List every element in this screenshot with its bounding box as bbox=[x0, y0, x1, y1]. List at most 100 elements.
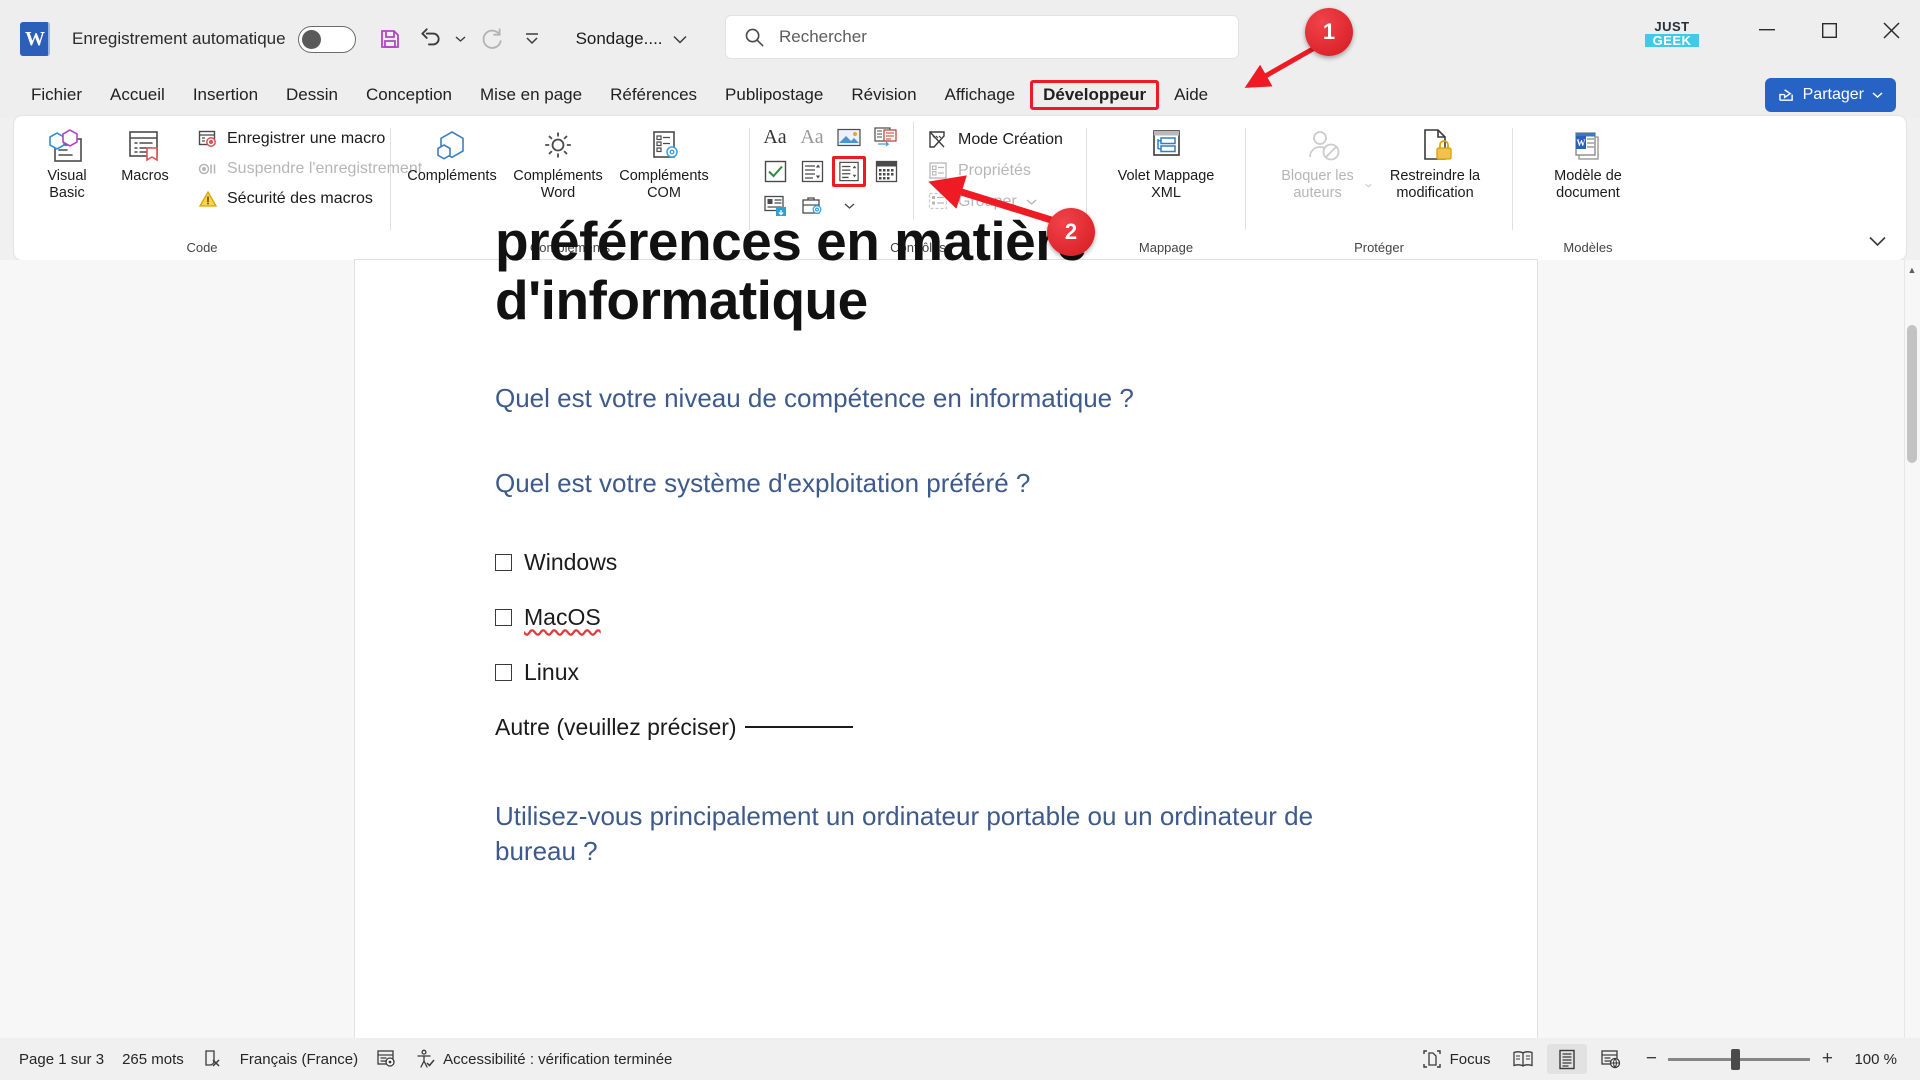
zoom-level[interactable]: 100 % bbox=[1845, 1048, 1906, 1071]
picture-content-control-icon[interactable] bbox=[832, 122, 866, 153]
autosave-toggle[interactable] bbox=[297, 25, 356, 53]
read-mode-view-button[interactable] bbox=[1503, 1044, 1543, 1074]
customize-quick-access-toolbar-button[interactable] bbox=[514, 21, 550, 57]
close-button[interactable] bbox=[1860, 0, 1920, 60]
record-macro-icon bbox=[198, 130, 216, 147]
chevron-down-icon bbox=[1365, 183, 1372, 187]
scroll-up-button[interactable]: ▲ bbox=[1905, 262, 1919, 278]
building-block-gallery-icon[interactable] bbox=[869, 122, 903, 153]
date-picker-content-control-icon[interactable] bbox=[869, 156, 903, 187]
tab-accueil[interactable]: Accueil bbox=[97, 80, 178, 110]
checkbox-option-macos[interactable]: MacOS bbox=[495, 604, 1397, 631]
plain-text-content-control-icon[interactable]: Aa bbox=[795, 122, 829, 153]
tab-insertion[interactable]: Insertion bbox=[180, 80, 271, 110]
block-authors-button: Bloquer les auteurs bbox=[1272, 122, 1374, 206]
document-question-3: Utilisez-vous principalement un ordinate… bbox=[495, 800, 1314, 866]
xml-mapping-pane-label: Volet Mappage XML bbox=[1117, 168, 1215, 202]
proofing-status-button[interactable] bbox=[193, 1046, 231, 1072]
justgeek-watermark: JUST GEEK bbox=[1645, 20, 1699, 48]
tab-publipostage[interactable]: Publipostage bbox=[712, 80, 836, 110]
visual-basic-button[interactable]: Visual Basic bbox=[30, 122, 104, 213]
record-macro-label: Enregistrer une macro bbox=[227, 130, 386, 147]
macros-label: Macros bbox=[121, 168, 169, 184]
focus-icon bbox=[1422, 1050, 1441, 1068]
com-addins-label: Compléments COM bbox=[619, 168, 709, 202]
print-layout-view-button[interactable] bbox=[1547, 1044, 1588, 1074]
word-addins-button[interactable]: Compléments Word bbox=[507, 122, 609, 206]
zoom-slider[interactable]: − + bbox=[1643, 1048, 1835, 1070]
ribbon-group-code: Visual Basic Macros Enregistrer une macr… bbox=[14, 116, 422, 260]
save-icon bbox=[380, 30, 399, 48]
checkbox-option-linux[interactable]: Linux bbox=[495, 659, 1397, 686]
tab-fichier[interactable]: Fichier bbox=[18, 80, 95, 110]
document-page[interactable]: préférences en matière d'informatique Qu… bbox=[355, 211, 1537, 1054]
zoom-track[interactable] bbox=[1668, 1048, 1811, 1070]
language-indicator[interactable]: Français (France) bbox=[231, 1048, 367, 1071]
autosave-label: Enregistrement automatique bbox=[72, 29, 286, 48]
minimize-button[interactable] bbox=[1736, 0, 1798, 60]
status-bar-right: Focus − + 100 % bbox=[1413, 1044, 1906, 1074]
restrict-editing-button[interactable]: Restreindre la modification bbox=[1384, 122, 1486, 206]
maximize-button[interactable] bbox=[1798, 0, 1860, 60]
undo-button[interactable] bbox=[412, 21, 448, 57]
plain-text-glyph: Aa bbox=[800, 126, 824, 148]
tab-mise-en-page[interactable]: Mise en page bbox=[467, 80, 595, 110]
word-addins-label: Compléments Word bbox=[513, 168, 603, 202]
addins-button[interactable]: Compléments bbox=[401, 122, 503, 206]
drop-down-list-content-control-icon[interactable] bbox=[832, 156, 866, 187]
checkbox-content-control-icon[interactable] bbox=[758, 156, 792, 187]
focus-label: Focus bbox=[1449, 1050, 1491, 1068]
document-name-label: Sondage.... bbox=[575, 29, 663, 48]
checkbox-option-windows[interactable]: Windows bbox=[495, 549, 1397, 576]
share-button[interactable]: Partager bbox=[1764, 78, 1896, 112]
fill-in-other[interactable]: Autre (veuillez préciser) bbox=[495, 714, 1397, 741]
page-indicator[interactable]: Page 1 sur 3 bbox=[10, 1048, 113, 1071]
rich-text-content-control-icon[interactable]: Aa bbox=[758, 122, 792, 153]
tab-dessin[interactable]: Dessin bbox=[273, 80, 351, 110]
search-input[interactable]: Rechercher bbox=[726, 16, 1238, 58]
xml-mapping-pane-button[interactable]: Volet Mappage XML bbox=[1115, 122, 1217, 206]
zoom-in-button[interactable]: + bbox=[1819, 1048, 1835, 1070]
chevron-down-icon bbox=[1872, 92, 1883, 99]
zoom-out-button[interactable]: − bbox=[1643, 1048, 1659, 1070]
undo-icon bbox=[420, 28, 440, 46]
minimize-icon bbox=[1759, 29, 1775, 31]
document-template-button[interactable]: W Modèle de document bbox=[1537, 122, 1639, 206]
pause-recording-icon bbox=[198, 163, 216, 175]
checkbox-label-linux: Linux bbox=[524, 658, 579, 685]
focus-mode-button[interactable]: Focus bbox=[1413, 1046, 1500, 1072]
display-settings-button[interactable] bbox=[367, 1046, 406, 1072]
status-bar: Page 1 sur 3 265 mots Français (France) bbox=[0, 1038, 1920, 1080]
undo-dropdown[interactable] bbox=[452, 21, 470, 57]
document-name-button[interactable]: Sondage.... bbox=[576, 29, 687, 49]
datepicker-icon bbox=[875, 160, 897, 183]
answer-space-1 bbox=[495, 414, 1397, 452]
web-layout-view-button[interactable] bbox=[1591, 1044, 1631, 1074]
justgeek-line2: GEEK bbox=[1645, 33, 1699, 48]
chevron-down-icon bbox=[844, 202, 854, 209]
rich-text-glyph: Aa bbox=[763, 126, 787, 148]
tab-conception[interactable]: Conception bbox=[353, 80, 465, 110]
tab-aide[interactable]: Aide bbox=[1161, 80, 1221, 110]
collapse-ribbon-button[interactable] bbox=[1862, 228, 1892, 254]
redo-button[interactable] bbox=[474, 21, 510, 57]
combo-icon bbox=[801, 160, 823, 183]
word-count[interactable]: 265 mots bbox=[113, 1048, 193, 1071]
tab-references[interactable]: Références bbox=[597, 80, 710, 110]
save-button[interactable] bbox=[372, 21, 408, 57]
design-mode-button[interactable]: Mode Création bbox=[920, 125, 1071, 154]
tab-developpeur[interactable]: Développeur bbox=[1030, 80, 1160, 110]
com-addins-button[interactable]: Compléments COM bbox=[613, 122, 715, 206]
zoom-thumb[interactable] bbox=[1731, 1048, 1741, 1070]
dropdown-icon bbox=[839, 161, 859, 182]
scrollbar-thumb[interactable] bbox=[1907, 325, 1917, 463]
annotation-badge-1: 1 bbox=[1305, 8, 1353, 56]
word-app-icon: W bbox=[20, 22, 50, 56]
tab-affichage[interactable]: Affichage bbox=[932, 80, 1029, 110]
checkbox-icon bbox=[495, 663, 512, 681]
combo-box-content-control-icon[interactable] bbox=[795, 156, 829, 187]
fill-in-other-label: Autre (veuillez préciser) bbox=[495, 713, 737, 740]
macros-button[interactable]: Macros bbox=[108, 122, 182, 213]
tab-revision[interactable]: Révision bbox=[838, 80, 929, 110]
accessibility-status-button[interactable]: Accessibilité : vérification terminée bbox=[406, 1046, 681, 1072]
